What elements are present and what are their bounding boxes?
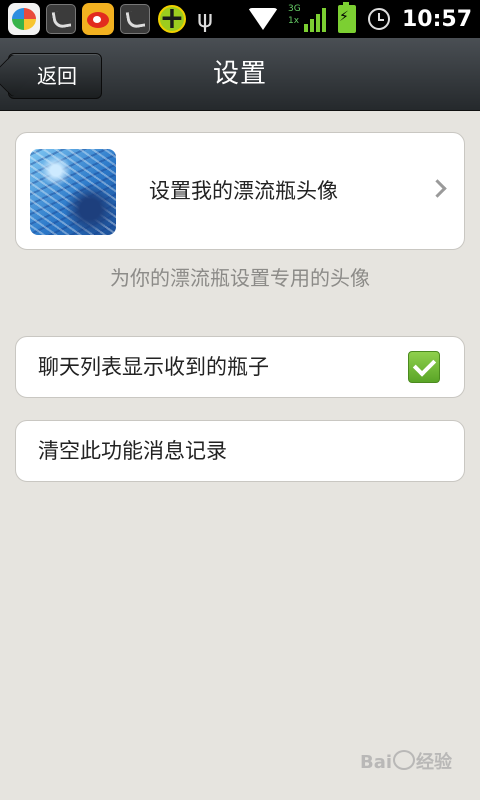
show-bottles-checkbox[interactable] (408, 351, 440, 383)
signal-icon: 3G 1x (287, 4, 326, 32)
paw-icon (393, 750, 416, 770)
baidu-watermark: Bai 经验 (360, 748, 452, 774)
battery-charging-icon (337, 2, 356, 33)
wifi-icon (247, 8, 278, 30)
watermark-suffix: 经验 (416, 752, 453, 773)
set-avatar-item[interactable]: 设置我的漂流瓶头像 (15, 132, 465, 250)
avatar-hint-text: 为你的漂流瓶设置专用的头像 (110, 266, 370, 290)
clock-time: 10:57 (401, 6, 472, 32)
watermark-text: Bai (360, 752, 393, 773)
show-bottles-label: 聊天列表显示收到的瓶子 (38, 355, 269, 379)
show-bottles-option[interactable]: 聊天列表显示收到的瓶子 (15, 336, 465, 398)
alarm-clock-icon (367, 8, 390, 30)
network-sub-label: 1x (287, 16, 300, 26)
chevron-right-icon (428, 179, 447, 198)
notification-icon (46, 4, 76, 34)
usb-icon: ψ (197, 5, 213, 33)
network-type-label: 3G (287, 4, 301, 14)
system-icons: 3G 1x 10:57 (247, 0, 472, 38)
notification-icons: ψ (8, 2, 216, 36)
weibo-icon (82, 3, 114, 35)
title-bar: 返回 设置 (0, 38, 480, 111)
status-bar: ψ 3G 1x 10:57 (0, 0, 480, 38)
set-avatar-label: 设置我的漂流瓶头像 (149, 179, 338, 203)
clear-history-button[interactable]: 清空此功能消息记录 (15, 420, 465, 482)
app-store-icon (8, 3, 40, 35)
clear-history-label: 清空此功能消息记录 (38, 439, 227, 463)
notification-icon (120, 4, 150, 34)
security-plus-icon (156, 3, 188, 35)
avatar-thumbnail (30, 149, 116, 235)
back-button-label: 返回 (37, 64, 77, 88)
